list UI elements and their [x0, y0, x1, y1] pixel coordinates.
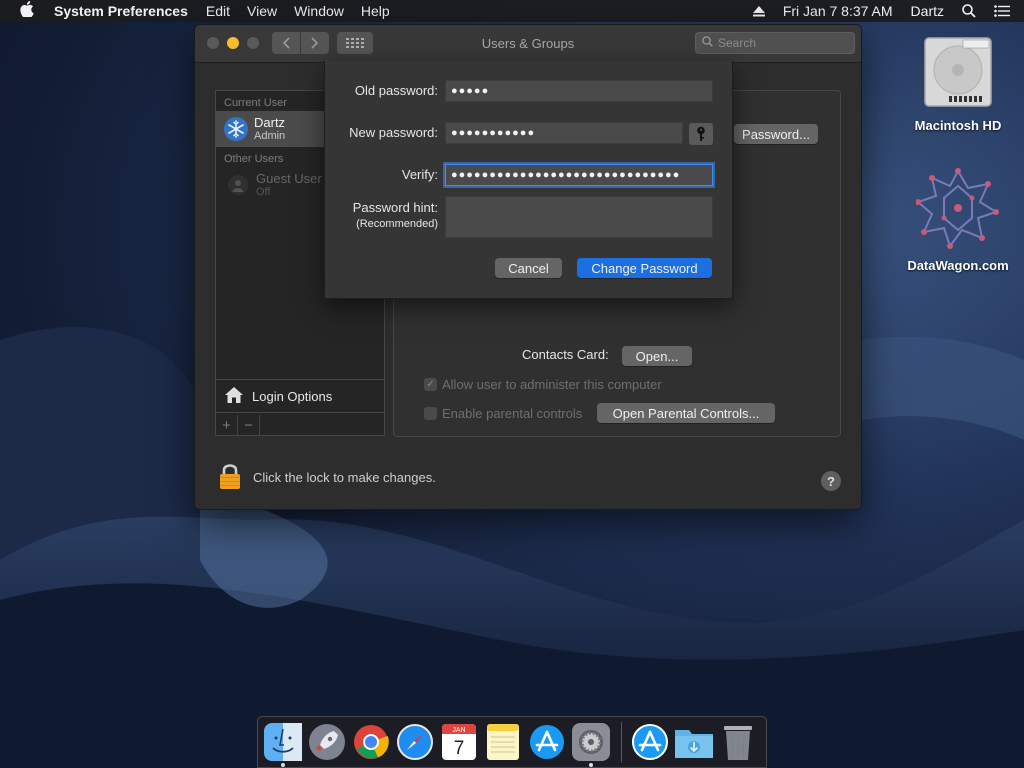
launchpad-rocket-icon: [309, 724, 345, 760]
password-hint-field[interactable]: [445, 196, 713, 238]
app-menu[interactable]: System Preferences: [54, 3, 188, 19]
lock-message: Click the lock to make changes.: [253, 470, 436, 485]
old-password-label: Old password:: [354, 83, 438, 98]
dock-chrome[interactable]: [351, 722, 391, 762]
current-user-name: Dartz: [254, 114, 286, 130]
lock-icon[interactable]: [219, 462, 241, 493]
spotlight-search-icon[interactable]: [962, 4, 976, 18]
change-password-confirm-button[interactable]: Change Password: [577, 258, 712, 278]
remove-user-button[interactable]: −: [238, 415, 260, 435]
menu-view[interactable]: View: [247, 3, 277, 19]
new-password-field[interactable]: ●●●●●●●●●●●: [445, 122, 683, 144]
calendar-day: 7: [454, 738, 465, 759]
dock-downloads-folder[interactable]: [674, 722, 714, 762]
lock-row: Click the lock to make changes.: [219, 462, 436, 493]
datawagon-logo-icon: [916, 168, 999, 249]
parental-controls-row: Enable parental controls: [424, 406, 582, 421]
search-placeholder: Search: [718, 36, 757, 50]
password-assistant-button[interactable]: [689, 123, 713, 145]
trash-icon: [724, 726, 752, 760]
search-icon: [702, 36, 713, 50]
snowflake-avatar-icon: [224, 117, 248, 141]
desktop-item-datawagon[interactable]: DataWagon.com: [902, 168, 1014, 273]
dock-calendar[interactable]: JAN 7: [439, 722, 479, 762]
password-hint-label: Password hint:: [352, 200, 438, 215]
dock-app-store-downloads[interactable]: [630, 722, 670, 762]
dock-trash[interactable]: [718, 722, 758, 762]
parental-controls-checkbox[interactable]: [424, 407, 437, 420]
password-hint-sublabel: (Recommended): [356, 218, 438, 230]
title-bar: Users & Groups Search: [195, 25, 861, 63]
open-contacts-button[interactable]: Open...: [622, 346, 692, 366]
parental-controls-label: Enable parental controls: [442, 406, 583, 421]
menubar-clock[interactable]: Fri Jan 7 8:37 AM: [783, 3, 893, 19]
dock-safari[interactable]: [395, 722, 435, 762]
downloads-folder-icon: [675, 730, 713, 758]
verify-password-field[interactable]: ●●●●●●●●●●●●●●●●●●●●●●●●●●●●●●: [445, 164, 713, 186]
guest-user-icon: [228, 175, 248, 195]
menu-edit[interactable]: Edit: [206, 3, 230, 19]
dock-launchpad[interactable]: [307, 722, 347, 762]
notes-icon: [487, 724, 519, 760]
login-options-item[interactable]: Login Options: [216, 379, 384, 413]
dock-separator: [621, 722, 622, 762]
running-indicator: [281, 763, 285, 767]
dock-app-store[interactable]: [527, 722, 567, 762]
dock-notes[interactable]: [483, 722, 523, 762]
notification-center-icon[interactable]: [994, 5, 1010, 17]
allow-admin-checkbox[interactable]: ✓: [424, 378, 437, 391]
allow-admin-label: Allow user to administer this computer: [442, 377, 662, 392]
allow-admin-row: ✓ Allow user to administer this computer: [424, 377, 662, 392]
hard-drive-icon: [924, 37, 992, 107]
menu-help[interactable]: Help: [361, 3, 390, 19]
chrome-icon: [354, 725, 389, 759]
change-password-button[interactable]: Password...: [734, 124, 818, 144]
current-user-role: Admin: [254, 129, 286, 142]
menu-window[interactable]: Window: [294, 3, 344, 19]
open-parental-controls-button[interactable]: Open Parental Controls...: [597, 403, 775, 423]
dock-finder[interactable]: [263, 722, 303, 767]
apple-menu-icon[interactable]: [0, 1, 54, 21]
cancel-button[interactable]: Cancel: [495, 258, 562, 278]
house-icon: [224, 386, 244, 407]
guest-user-name: Guest User: [256, 171, 322, 186]
dock: JAN 7: [257, 716, 767, 768]
app-store-icon: [530, 725, 564, 759]
old-password-field[interactable]: ●●●●●: [445, 80, 713, 102]
safari-compass-icon: [397, 724, 433, 760]
calendar-month: JAN: [452, 727, 465, 734]
desktop-item-label: Macintosh HD: [914, 118, 1002, 133]
finder-icon: [264, 723, 302, 761]
add-user-button[interactable]: +: [216, 415, 238, 435]
new-password-label: New password:: [349, 125, 438, 140]
running-indicator: [589, 763, 593, 767]
contacts-card-label: Contacts Card:: [522, 347, 609, 362]
dock-system-preferences[interactable]: [571, 722, 611, 767]
help-button[interactable]: ?: [821, 471, 841, 491]
verify-label: Verify:: [401, 167, 438, 182]
menu-bar: System Preferences Edit View Window Help…: [0, 0, 1024, 22]
app-store-stack-icon: [632, 724, 668, 760]
sidebar-buttons: + −: [216, 415, 260, 435]
login-options-label: Login Options: [252, 388, 333, 404]
desktop-item-label: DataWagon.com: [907, 258, 1009, 273]
desktop-item-macintosh-hd[interactable]: Macintosh HD: [902, 34, 1014, 133]
menubar-user[interactable]: Dartz: [911, 3, 944, 19]
calendar-icon: JAN 7: [442, 724, 476, 760]
search-field[interactable]: Search: [695, 32, 855, 54]
key-icon: [697, 126, 705, 141]
eject-icon[interactable]: [752, 5, 765, 17]
guest-user-status: Off: [256, 186, 271, 198]
change-password-sheet: Old password: ●●●●● New password: ●●●●●●…: [324, 61, 733, 299]
gear-icon: [572, 723, 610, 761]
